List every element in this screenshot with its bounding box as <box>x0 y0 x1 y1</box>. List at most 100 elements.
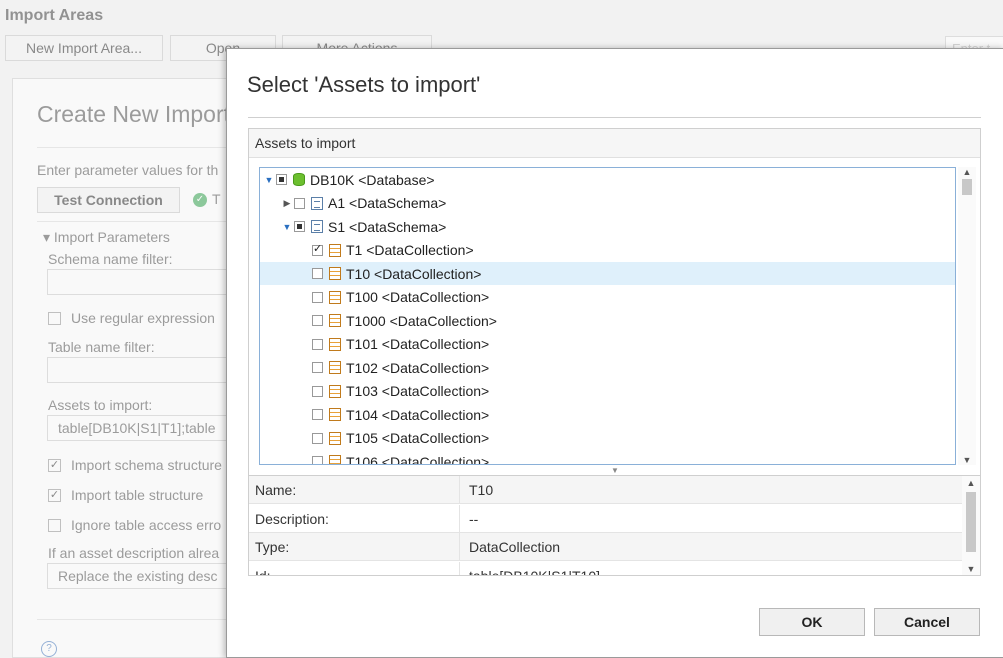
divider <box>459 476 460 503</box>
scroll-thumb[interactable] <box>966 492 976 552</box>
use-regex-label: Use regular expression <box>71 310 215 326</box>
collapse-icon[interactable]: ▼ <box>264 175 274 185</box>
splitter-grip-icon[interactable]: ▼ <box>611 466 619 475</box>
tree-item[interactable]: T106 <DataCollection> <box>260 450 955 465</box>
scroll-up-icon[interactable]: ▲ <box>962 478 980 488</box>
tree-checkbox[interactable] <box>312 409 323 420</box>
property-row: Description: -- <box>249 504 964 533</box>
new-import-area-button[interactable]: New Import Area... <box>5 35 163 61</box>
table-icon <box>329 408 341 421</box>
divider <box>459 504 460 532</box>
table-filter-label: Table name filter: <box>48 339 155 355</box>
ok-button[interactable]: OK <box>759 608 865 636</box>
tree-item[interactable]: T105 <DataCollection> <box>260 427 955 450</box>
page-title: Import Areas <box>5 7 104 24</box>
tree-item[interactable]: T1 <DataCollection> <box>260 239 955 262</box>
property-value: -- <box>469 510 479 527</box>
table-icon <box>329 384 341 398</box>
tree-item-label: T1000 <DataCollection> <box>346 312 497 329</box>
tree-checkbox[interactable] <box>276 174 287 185</box>
tree-item-label: T101 <DataCollection> <box>346 336 490 352</box>
tree-checkbox[interactable] <box>312 268 323 279</box>
tree-item-label: DB10K <Database> <box>310 171 435 188</box>
tree-item[interactable]: T1000 <DataCollection> <box>260 309 955 332</box>
tree-checkbox[interactable] <box>312 432 323 444</box>
scroll-up-icon[interactable]: ▲ <box>958 167 976 177</box>
assets-label: Assets to import: <box>48 397 153 413</box>
tree-item[interactable]: T101 <DataCollection> <box>260 333 955 356</box>
tree-item[interactable]: T100 <DataCollection> <box>260 286 955 309</box>
property-row: Id: table[DB10K|S1|T10] <box>249 561 964 576</box>
table-icon <box>329 267 341 280</box>
use-regex-option[interactable]: Use regular expression <box>48 310 215 326</box>
ignore-errors-label: Ignore table access erro <box>71 517 222 533</box>
tree-item[interactable]: ▼ DB10K <Database> <box>260 168 955 191</box>
tree-item[interactable]: T104 <DataCollection> <box>260 403 955 426</box>
ignore-errors-option[interactable]: Ignore table access erro <box>48 517 221 533</box>
property-key: Name: <box>255 482 297 498</box>
tree-item[interactable]: T102 <DataCollection> <box>260 356 955 379</box>
assets-header: Assets to import <box>249 129 980 158</box>
tree-item-label: T1 <DataCollection> <box>346 242 474 258</box>
tree-item-label: T106 <DataCollection> <box>346 453 490 465</box>
tree-checkbox[interactable] <box>312 456 323 464</box>
import-table-checkbox[interactable]: ✓ <box>48 488 61 502</box>
divider <box>248 117 981 118</box>
table-icon <box>329 431 341 445</box>
tree-checkbox[interactable] <box>312 385 323 397</box>
property-value: DataCollection <box>469 539 561 555</box>
tree-scrollbar[interactable]: ▲ ▼ <box>958 167 976 465</box>
table-icon <box>329 314 341 327</box>
dialog-title: Select 'Assets to import' <box>247 72 481 97</box>
tree-item[interactable]: T103 <DataCollection> <box>260 380 955 403</box>
property-value: T10 <box>469 482 494 498</box>
tree-checkbox[interactable] <box>312 362 323 373</box>
expand-icon[interactable]: ▶ <box>282 198 292 209</box>
assets-pane: Assets to import ▼ DB10K <Database> ▶ A1 <D… <box>248 128 981 476</box>
tree-item[interactable]: T10 <DataCollection> <box>260 262 955 285</box>
tree-checkbox[interactable] <box>312 291 323 303</box>
divider <box>459 533 460 560</box>
intro-text: Enter parameter values for th <box>37 162 219 178</box>
table-icon <box>329 337 341 351</box>
tree-item-label: T100 <DataCollection> <box>346 289 490 305</box>
import-schema-label: Import schema structure <box>71 457 222 473</box>
import-parameters-section[interactable]: ▾ Import Parameters <box>43 229 170 246</box>
tree-checkbox[interactable] <box>312 242 323 256</box>
tree-item[interactable]: ▶ A1 <DataSchema> <box>260 192 955 215</box>
property-key: Description: <box>255 510 329 527</box>
properties-table: Id: table[DB10K|S1|T10] Type: DataCollectio… <box>248 476 981 576</box>
import-schema-option[interactable]: ✓ Import schema structure <box>48 457 222 473</box>
tree-item-label: T104 <DataCollection> <box>346 406 490 423</box>
assets-tree[interactable]: ▼ DB10K <Database> ▶ A1 <DataSchema> ▼ S1 <Da… <box>259 167 956 465</box>
tree-checkbox[interactable] <box>294 197 305 209</box>
tree-checkbox[interactable] <box>294 221 305 232</box>
import-table-label: Import table structure <box>71 487 204 503</box>
help-icon[interactable]: ? <box>41 641 57 657</box>
import-schema-checkbox[interactable]: ✓ <box>48 458 61 472</box>
tree-checkbox[interactable] <box>312 315 323 326</box>
properties-scrollbar[interactable]: ▲ ▼ <box>962 476 980 575</box>
tree-item[interactable]: ▼ S1 <DataSchema> <box>260 215 955 238</box>
use-regex-checkbox[interactable] <box>48 311 61 325</box>
ignore-errors-checkbox[interactable] <box>48 518 61 532</box>
scroll-thumb[interactable] <box>962 179 972 195</box>
collapse-icon[interactable]: ▼ <box>282 222 292 232</box>
tree-item-label: T105 <DataCollection> <box>346 430 490 446</box>
import-table-option[interactable]: ✓ Import table structure <box>48 487 203 503</box>
schema-filter-label: Schema name filter: <box>48 251 173 267</box>
test-connection-button[interactable]: Test Connection <box>37 187 180 213</box>
schema-icon <box>311 220 323 233</box>
property-key: Id: <box>255 567 271 576</box>
property-key: Type: <box>255 539 290 555</box>
panel-title: Create New Import <box>37 101 231 127</box>
cancel-button[interactable]: Cancel <box>874 608 980 636</box>
scroll-down-icon[interactable]: ▼ <box>958 455 976 465</box>
tree-item-label: T10 <DataCollection> <box>346 265 482 282</box>
schema-icon <box>311 196 323 210</box>
tree-checkbox[interactable] <box>312 338 323 350</box>
tree-item-label: S1 <DataSchema> <box>328 218 447 235</box>
tree-item-label: T103 <DataCollection> <box>346 383 490 399</box>
database-icon <box>293 173 305 186</box>
scroll-down-icon[interactable]: ▼ <box>962 564 980 574</box>
